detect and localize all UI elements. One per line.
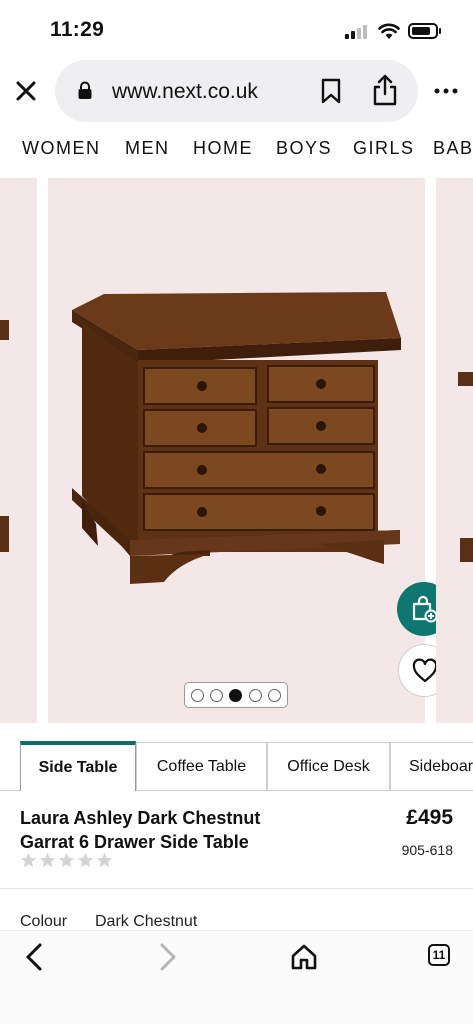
category-nav: WOMEN MEN HOME BOYS GIRLS BAB <box>0 138 473 166</box>
bookmark-icon[interactable] <box>319 78 343 104</box>
home-icon[interactable] <box>290 943 318 971</box>
nav-home[interactable]: HOME <box>193 138 253 159</box>
browser-toolbar: 11 <box>0 930 473 1024</box>
nav-boys[interactable]: BOYS <box>276 138 332 159</box>
product-title: Laura Ashley Dark Chestnut Garrat 6 Draw… <box>20 808 261 852</box>
star-icon <box>20 852 37 868</box>
carousel-dot[interactable] <box>229 688 243 702</box>
star-icon <box>58 852 75 868</box>
wifi-icon <box>378 23 400 39</box>
nav-men[interactable]: MEN <box>125 138 170 159</box>
more-icon[interactable] <box>434 88 458 94</box>
divider <box>0 888 473 889</box>
tabs-icon[interactable]: 11 <box>428 944 450 966</box>
star-icon <box>96 852 113 868</box>
browser-url-row: www.next.co.uk <box>0 60 473 122</box>
product-image-carousel[interactable] <box>0 178 473 723</box>
chevron-left-icon[interactable] <box>22 941 46 973</box>
url-text: www.next.co.uk <box>112 80 258 103</box>
current-slide[interactable] <box>48 178 451 723</box>
carousel-dot[interactable] <box>191 688 205 702</box>
furniture-peek <box>0 320 9 340</box>
furniture-peek <box>460 538 473 562</box>
status-bar: 11:29 <box>0 0 473 60</box>
tab-office-desk[interactable]: Office Desk <box>267 742 390 790</box>
product-price: £495 <box>406 806 453 829</box>
furniture-peek <box>0 516 9 552</box>
heart-icon <box>412 658 437 682</box>
tab-sideboard[interactable]: Sideboar <box>390 742 473 790</box>
next-slide[interactable] <box>436 178 473 723</box>
nav-women[interactable]: WOMEN <box>22 138 101 159</box>
colour-value[interactable]: Dark Chestnut <box>95 913 197 931</box>
product-image <box>72 292 401 584</box>
signal-icon <box>345 25 371 39</box>
carousel-dot[interactable] <box>210 688 224 702</box>
battery-icon <box>408 23 441 39</box>
product-code: 905-618 <box>401 842 453 858</box>
lock-icon <box>78 81 92 99</box>
star-icon <box>39 852 56 868</box>
carousel-pagination <box>184 682 288 708</box>
furniture-peek <box>458 372 473 386</box>
carousel-dot[interactable] <box>248 688 262 702</box>
nav-girls[interactable]: GIRLS <box>353 138 415 159</box>
tab-side-table[interactable]: Side Table <box>20 741 136 791</box>
previous-slide[interactable] <box>0 178 37 723</box>
close-icon[interactable] <box>12 77 40 105</box>
nav-baby[interactable]: BAB <box>433 138 473 159</box>
carousel-dot[interactable] <box>267 688 281 702</box>
colour-label: Colour <box>20 913 68 930</box>
variant-tabs: Side Table Coffee Table Office Desk Side… <box>0 741 473 791</box>
status-time: 11:29 <box>50 18 105 41</box>
address-bar[interactable]: www.next.co.uk <box>55 60 418 122</box>
chevron-right-icon[interactable] <box>156 941 180 973</box>
tab-coffee-table[interactable]: Coffee Table <box>136 742 267 790</box>
share-icon[interactable] <box>371 74 399 106</box>
rating-stars[interactable] <box>20 852 113 869</box>
star-icon <box>77 852 94 868</box>
add-to-bag-icon <box>412 595 438 623</box>
